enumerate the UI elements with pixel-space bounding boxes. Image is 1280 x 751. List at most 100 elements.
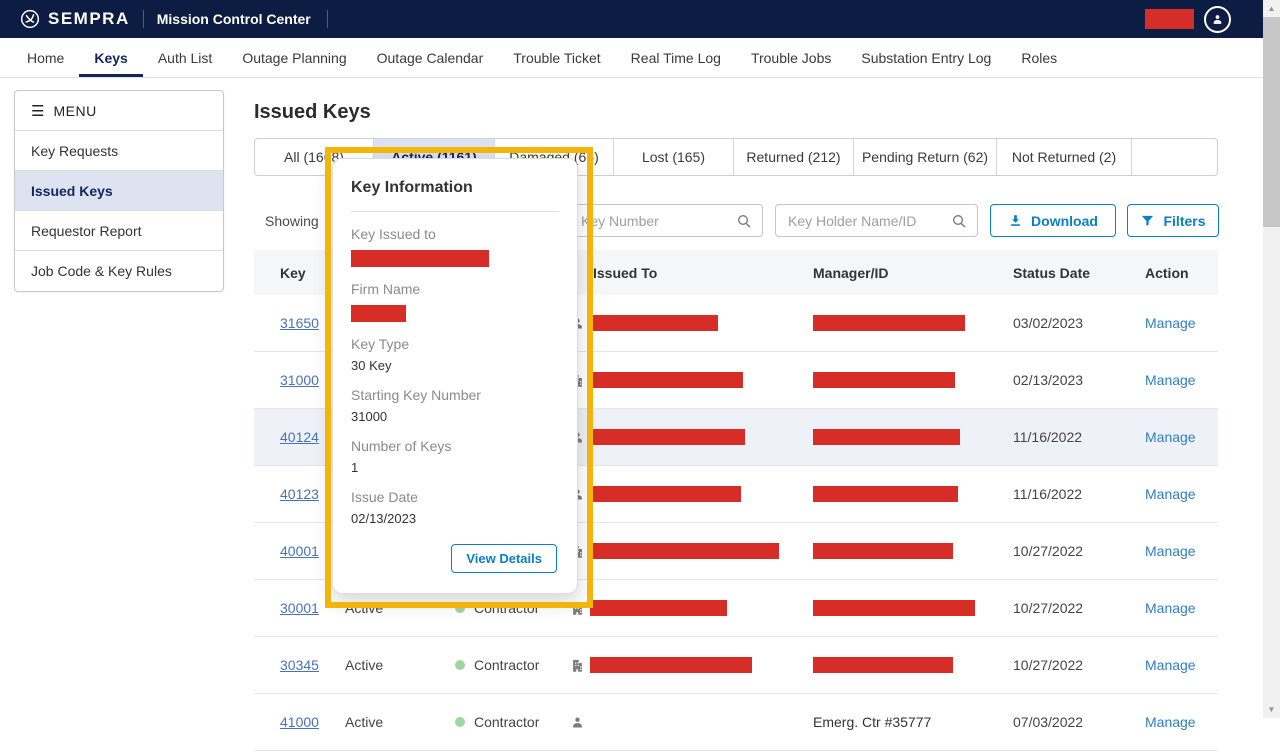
redacted-manager — [813, 429, 960, 445]
status-date: 11/16/2022 — [1013, 429, 1145, 445]
scrollbar-thumb[interactable] — [1263, 17, 1280, 227]
status-text: Active — [345, 600, 455, 616]
nav-item-trouble-jobs[interactable]: Trouble Jobs — [736, 38, 846, 77]
header-divider — [143, 10, 144, 28]
field-value: 30 Key — [351, 358, 559, 373]
key-link[interactable]: 40001 — [280, 543, 319, 559]
status-text: Active — [345, 657, 455, 673]
sidebar-menu-toggle[interactable]: ☰ MENU — [15, 91, 223, 131]
main-nav: Home Keys Auth List Outage Planning Outa… — [0, 38, 1263, 78]
manage-link[interactable]: Manage — [1145, 429, 1196, 445]
sidebar-item-job-code-key-rules[interactable]: Job Code & Key Rules — [15, 251, 223, 291]
page-title: Issued Keys — [254, 101, 371, 124]
sempra-logo-icon — [20, 9, 40, 29]
nav-item-outage-planning[interactable]: Outage Planning — [227, 38, 361, 77]
nav-item-home[interactable]: Home — [12, 38, 79, 77]
key-link[interactable]: 31000 — [280, 372, 319, 388]
field-label: Key Issued to — [351, 226, 559, 242]
search-icon — [736, 213, 752, 229]
manage-link[interactable]: Manage — [1145, 657, 1196, 673]
key-link[interactable]: 40124 — [280, 429, 319, 445]
nav-item-outage-calendar[interactable]: Outage Calendar — [362, 38, 499, 77]
download-label: Download — [1031, 213, 1098, 229]
popover-title: Key Information — [351, 177, 559, 197]
manager-text: Emerg. Ctr #35777 — [813, 714, 1013, 730]
manage-link[interactable]: Manage — [1145, 714, 1196, 730]
field-label: Starting Key Number — [351, 387, 559, 403]
field-value: 1 — [351, 460, 559, 475]
redacted-issued-to — [590, 429, 745, 445]
status-date: 02/13/2023 — [1013, 372, 1145, 388]
filter-icon — [1140, 213, 1155, 228]
status-date: 11/16/2022 — [1013, 486, 1145, 502]
tab-returned[interactable]: Returned (212) — [734, 139, 854, 175]
sidebar: ☰ MENU Key Requests Issued Keys Requesto… — [14, 90, 224, 292]
manage-link[interactable]: Manage — [1145, 372, 1196, 388]
table-row: 30345 Active Contractor 10/27/2022 Manag… — [254, 637, 1218, 694]
hamburger-icon: ☰ — [31, 102, 44, 120]
brand-name: SEMPRA — [48, 9, 130, 29]
status-dot — [455, 717, 465, 727]
key-holder-search — [775, 204, 978, 237]
manage-link[interactable]: Manage — [1145, 315, 1196, 331]
manage-link[interactable]: Manage — [1145, 543, 1196, 559]
building-icon — [570, 601, 590, 616]
user-avatar-button[interactable] — [1204, 6, 1231, 33]
col-header-action: Action — [1145, 265, 1218, 281]
download-button[interactable]: Download — [990, 204, 1116, 237]
manage-link[interactable]: Manage — [1145, 600, 1196, 616]
tab-pending-return[interactable]: Pending Return (62) — [854, 139, 997, 175]
redacted-username — [1145, 9, 1194, 29]
redacted-issued-to — [590, 372, 743, 388]
redacted-firm-name — [351, 305, 406, 322]
sidebar-item-requestor-report[interactable]: Requestor Report — [15, 211, 223, 251]
sidebar-menu-label: MENU — [53, 103, 96, 119]
nav-item-trouble-ticket[interactable]: Trouble Ticket — [498, 38, 615, 77]
sidebar-item-key-requests[interactable]: Key Requests — [15, 131, 223, 171]
key-link[interactable]: 31650 — [280, 315, 319, 331]
search-icon — [951, 213, 967, 229]
tab-filler — [1132, 139, 1217, 175]
download-icon — [1008, 213, 1023, 228]
tab-not-returned[interactable]: Not Returned (2) — [997, 139, 1132, 175]
building-icon — [570, 658, 590, 673]
view-details-button[interactable]: View Details — [451, 544, 557, 573]
filters-button[interactable]: Filters — [1127, 204, 1219, 237]
redacted-issued-to — [590, 600, 727, 616]
nav-item-roles[interactable]: Roles — [1006, 38, 1072, 77]
header-divider — [327, 10, 328, 28]
key-information-popover: Key Information Key Issued to Firm Name … — [332, 158, 578, 594]
col-header-status-date: Status Date — [1013, 265, 1145, 281]
tab-lost[interactable]: Lost (165) — [614, 139, 734, 175]
col-header-issued-to: Issued To — [590, 265, 813, 281]
key-holder-input[interactable] — [776, 213, 951, 229]
field-label: Key Type — [351, 336, 559, 352]
nav-item-keys[interactable]: Keys — [79, 38, 142, 77]
nav-item-real-time-log[interactable]: Real Time Log — [616, 38, 736, 77]
brand-logo: SEMPRA — [20, 9, 130, 29]
key-link[interactable]: 30001 — [280, 600, 319, 616]
person-icon — [570, 715, 590, 730]
redacted-issued-to — [590, 543, 779, 559]
manage-link[interactable]: Manage — [1145, 486, 1196, 502]
nav-item-auth-list[interactable]: Auth List — [143, 38, 227, 77]
status-dot — [455, 660, 465, 670]
field-label: Number of Keys — [351, 438, 559, 454]
key-number-input[interactable] — [569, 213, 736, 229]
scroll-down-arrow[interactable]: ▼ — [1263, 701, 1280, 718]
redacted-manager — [813, 372, 955, 388]
holder-type-label: Contractor — [474, 714, 539, 730]
scroll-up-arrow[interactable]: ▲ — [1263, 0, 1280, 17]
key-link[interactable]: 30345 — [280, 657, 319, 673]
key-link[interactable]: 40123 — [280, 486, 319, 502]
nav-item-substation-entry-log[interactable]: Substation Entry Log — [846, 38, 1006, 77]
key-link[interactable]: 41000 — [280, 714, 319, 730]
vertical-scrollbar[interactable]: ▲ ▼ — [1263, 0, 1280, 718]
redacted-issued-to — [590, 315, 718, 331]
redacted-manager — [813, 543, 953, 559]
status-date: 03/02/2023 — [1013, 315, 1145, 331]
status-dot — [455, 603, 465, 613]
redacted-manager — [813, 600, 975, 616]
sidebar-item-issued-keys[interactable]: Issued Keys — [15, 171, 223, 211]
redacted-issued-to — [590, 657, 752, 673]
